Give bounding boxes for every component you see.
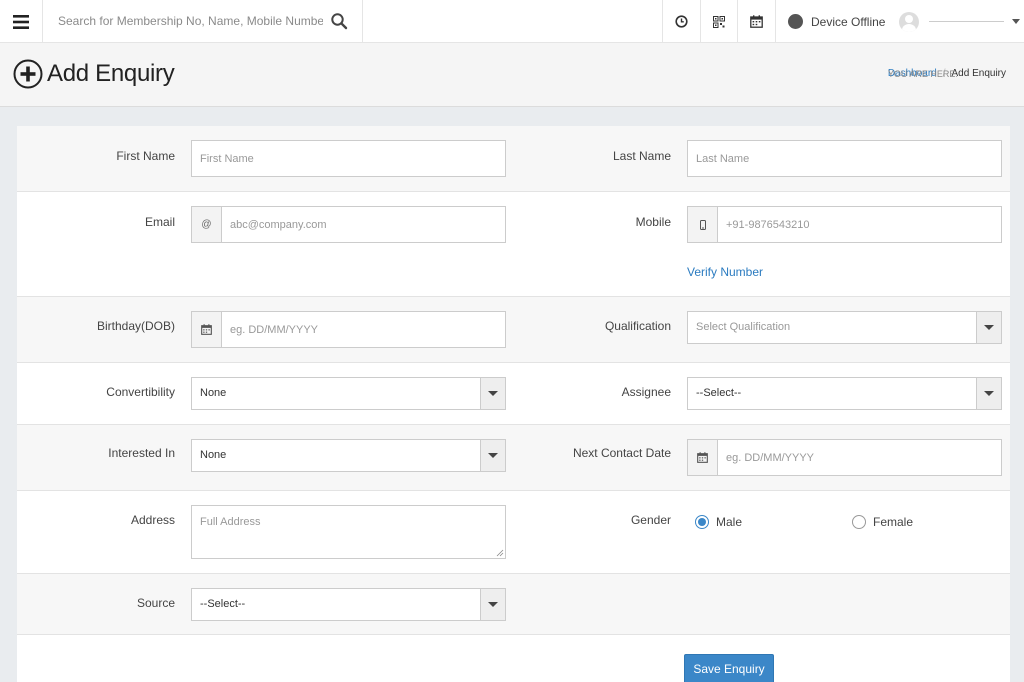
convertibility-label: Convertibility (106, 385, 175, 399)
radio-unchecked-icon (852, 515, 866, 529)
interested-in-label: Interested In (108, 446, 175, 460)
qr-code-button[interactable] (700, 0, 737, 43)
avatar (899, 11, 919, 32)
chevron-down-icon (480, 440, 505, 471)
dob-input[interactable] (222, 312, 505, 347)
chevron-down-icon (480, 589, 505, 620)
qualification-label: Qualification (604, 319, 671, 333)
breadcrumb-label: YOU ARE HERE: (887, 68, 958, 79)
hamburger-icon (13, 14, 29, 29)
gender-label: Gender (630, 513, 671, 527)
mobile-field (687, 206, 1002, 243)
mobile-label: Mobile (635, 215, 671, 229)
gender-female-radio[interactable]: Female (852, 515, 913, 529)
source-value: --Select-- (200, 598, 246, 610)
user-name (929, 21, 1004, 22)
next-contact-date-label: Next Contact Date (572, 446, 671, 460)
add-circle-icon (13, 59, 43, 89)
qr-code-icon (713, 15, 725, 28)
device-status: Device Offline (775, 0, 891, 43)
address-field (191, 505, 506, 559)
form-row-address: Address Gender Male Female (17, 491, 1010, 574)
dob-addon (192, 312, 222, 347)
page-title: Add Enquiry (47, 60, 175, 87)
source-select[interactable]: --Select-- (191, 588, 506, 621)
radio-checked-icon (695, 515, 709, 529)
dob-label: Birthday(DOB) (96, 319, 175, 333)
breadcrumb: YOU ARE HERE: Dashboard / Add Enquiry (888, 68, 1006, 79)
next-contact-date-input[interactable] (718, 440, 1001, 475)
chevron-down-icon (976, 378, 1001, 409)
top-bar: Device Offline (0, 0, 1024, 43)
search-input[interactable] (43, 0, 323, 42)
dob-field (191, 311, 506, 348)
email-label: Email (144, 215, 175, 229)
interested-in-select[interactable]: None (191, 439, 506, 472)
at-icon: @ (192, 207, 222, 242)
form-row-name: First Name Last Name (17, 126, 1010, 192)
breadcrumb-current: Add Enquiry (951, 68, 1006, 79)
gender-male-radio[interactable]: Male (695, 515, 742, 529)
page-header: Add Enquiry YOU ARE HERE: Dashboard / Ad… (0, 43, 1024, 107)
last-name-field (687, 140, 1002, 177)
first-name-field (191, 140, 506, 177)
search-bar (43, 0, 363, 43)
next-contact-addon (688, 440, 718, 475)
form-row-source: Source --Select-- (17, 574, 1010, 635)
assignee-select[interactable]: --Select-- (687, 377, 1002, 410)
gender-female-label: Female (873, 515, 914, 529)
first-name-label: First Name (116, 149, 175, 163)
last-name-input[interactable] (688, 141, 1001, 176)
calendar-icon (201, 324, 212, 335)
assignee-value: --Select-- (696, 387, 742, 399)
address-textarea[interactable] (192, 506, 505, 558)
chevron-down-icon (976, 312, 1001, 343)
convertibility-select[interactable]: None (191, 377, 506, 410)
address-label: Address (130, 513, 175, 527)
chevron-down-icon (480, 378, 505, 409)
last-name-label: Last Name (612, 149, 671, 163)
interested-in-value: None (200, 449, 227, 461)
clock-button[interactable] (662, 0, 700, 43)
mobile-input[interactable] (718, 207, 1001, 242)
resize-handle-icon[interactable] (496, 549, 504, 557)
device-status-text: Device Offline (811, 14, 886, 29)
form-row-convertibility: Convertibility None Assignee --Select-- (17, 363, 1010, 425)
clock-icon (675, 15, 688, 28)
enquiry-form: First Name Last Name Email @ Mobile Veri… (17, 126, 1010, 682)
verify-number-link[interactable]: Verify Number (687, 265, 763, 279)
gender-male-label: Male (716, 515, 743, 529)
calendar-icon (750, 15, 763, 28)
save-enquiry-button[interactable]: Save Enquiry (684, 654, 774, 682)
email-field: @ (191, 206, 506, 243)
user-menu[interactable] (891, 0, 1024, 43)
first-name-input[interactable] (192, 141, 505, 176)
search-icon[interactable] (330, 12, 348, 30)
qualification-value: Select Qualification (696, 321, 791, 333)
status-dot-icon (788, 14, 803, 29)
next-contact-date-field (687, 439, 1002, 476)
source-label: Source (136, 596, 175, 610)
hamburger-menu-button[interactable] (0, 0, 43, 43)
caret-down-icon (1012, 19, 1020, 24)
form-row-contact: Email @ Mobile Verify Number (17, 192, 1010, 297)
calendar-icon (697, 452, 708, 463)
qualification-select[interactable]: Select Qualification (687, 311, 1002, 344)
assignee-label: Assignee (621, 385, 671, 399)
email-input[interactable] (222, 207, 505, 242)
calendar-button[interactable] (737, 0, 775, 43)
form-row-dob: Birthday(DOB) Qualification Select Qu (17, 297, 1010, 363)
mobile-addon (688, 207, 718, 242)
form-row-interest: Interested In None Next Contact Date (17, 425, 1010, 491)
mobile-phone-icon (699, 219, 706, 230)
convertibility-value: None (200, 387, 227, 399)
